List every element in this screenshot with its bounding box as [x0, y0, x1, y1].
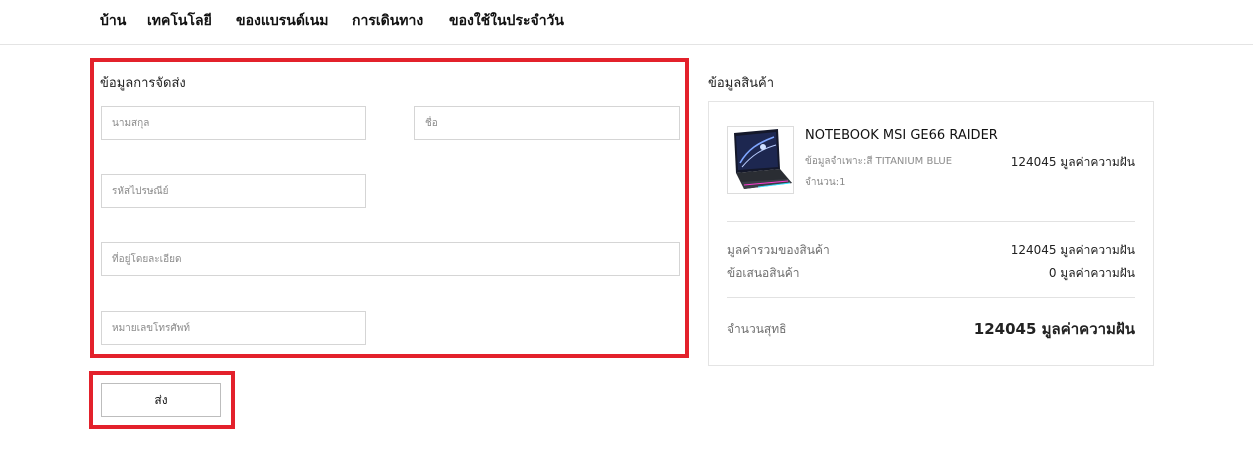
- first-name-input[interactable]: [414, 106, 680, 140]
- shipping-form-title: ข้อมูลการจัดส่ง: [100, 76, 186, 91]
- subtotal-label: มูลค่ารวมของสินค้า: [727, 243, 830, 257]
- last-name-input[interactable]: [101, 106, 366, 140]
- nav-item-brand-name[interactable]: ของแบรนด์เนม: [236, 10, 329, 32]
- product-price: 124045 มูลค่าความฝัน: [1010, 155, 1135, 169]
- summary-divider: [727, 297, 1135, 298]
- discount-label: ข้อเสนอสินค้า: [727, 266, 800, 280]
- discount-value: 0 มูลค่าความฝัน: [1048, 266, 1135, 280]
- total-label: จำนวนสุทธิ: [727, 322, 787, 336]
- address-input[interactable]: [101, 242, 680, 276]
- nav-item-technology[interactable]: เทคโนโลยี: [147, 10, 212, 32]
- product-quantity: จำนวน:1: [805, 177, 846, 188]
- nav-item-home[interactable]: บ้าน: [100, 10, 126, 32]
- summary-divider: [727, 221, 1135, 222]
- submit-button[interactable]: ส่ง: [101, 383, 221, 417]
- product-name[interactable]: NOTEBOOK MSI GE66 RAIDER: [805, 128, 998, 143]
- subtotal-value: 124045 มูลค่าความฝัน: [1010, 243, 1135, 257]
- product-spec: ข้อมูลจำเพาะ:สี TITANIUM BLUE: [805, 156, 953, 167]
- nav-item-daily-use[interactable]: ของใช้ในประจำวัน: [449, 10, 564, 32]
- laptop-product-image[interactable]: [727, 126, 794, 194]
- nav-item-travel[interactable]: การเดินทาง: [352, 10, 423, 32]
- product-info-heading: ข้อมูลสินค้า: [708, 76, 775, 91]
- postal-code-input[interactable]: [101, 174, 366, 208]
- phone-input[interactable]: [101, 311, 366, 345]
- top-navigation: บ้าน เทคโนโลยี ของแบรนด์เนม การเดินทาง ข…: [0, 0, 1253, 45]
- total-value: 124045 มูลค่าความฝัน: [973, 320, 1135, 338]
